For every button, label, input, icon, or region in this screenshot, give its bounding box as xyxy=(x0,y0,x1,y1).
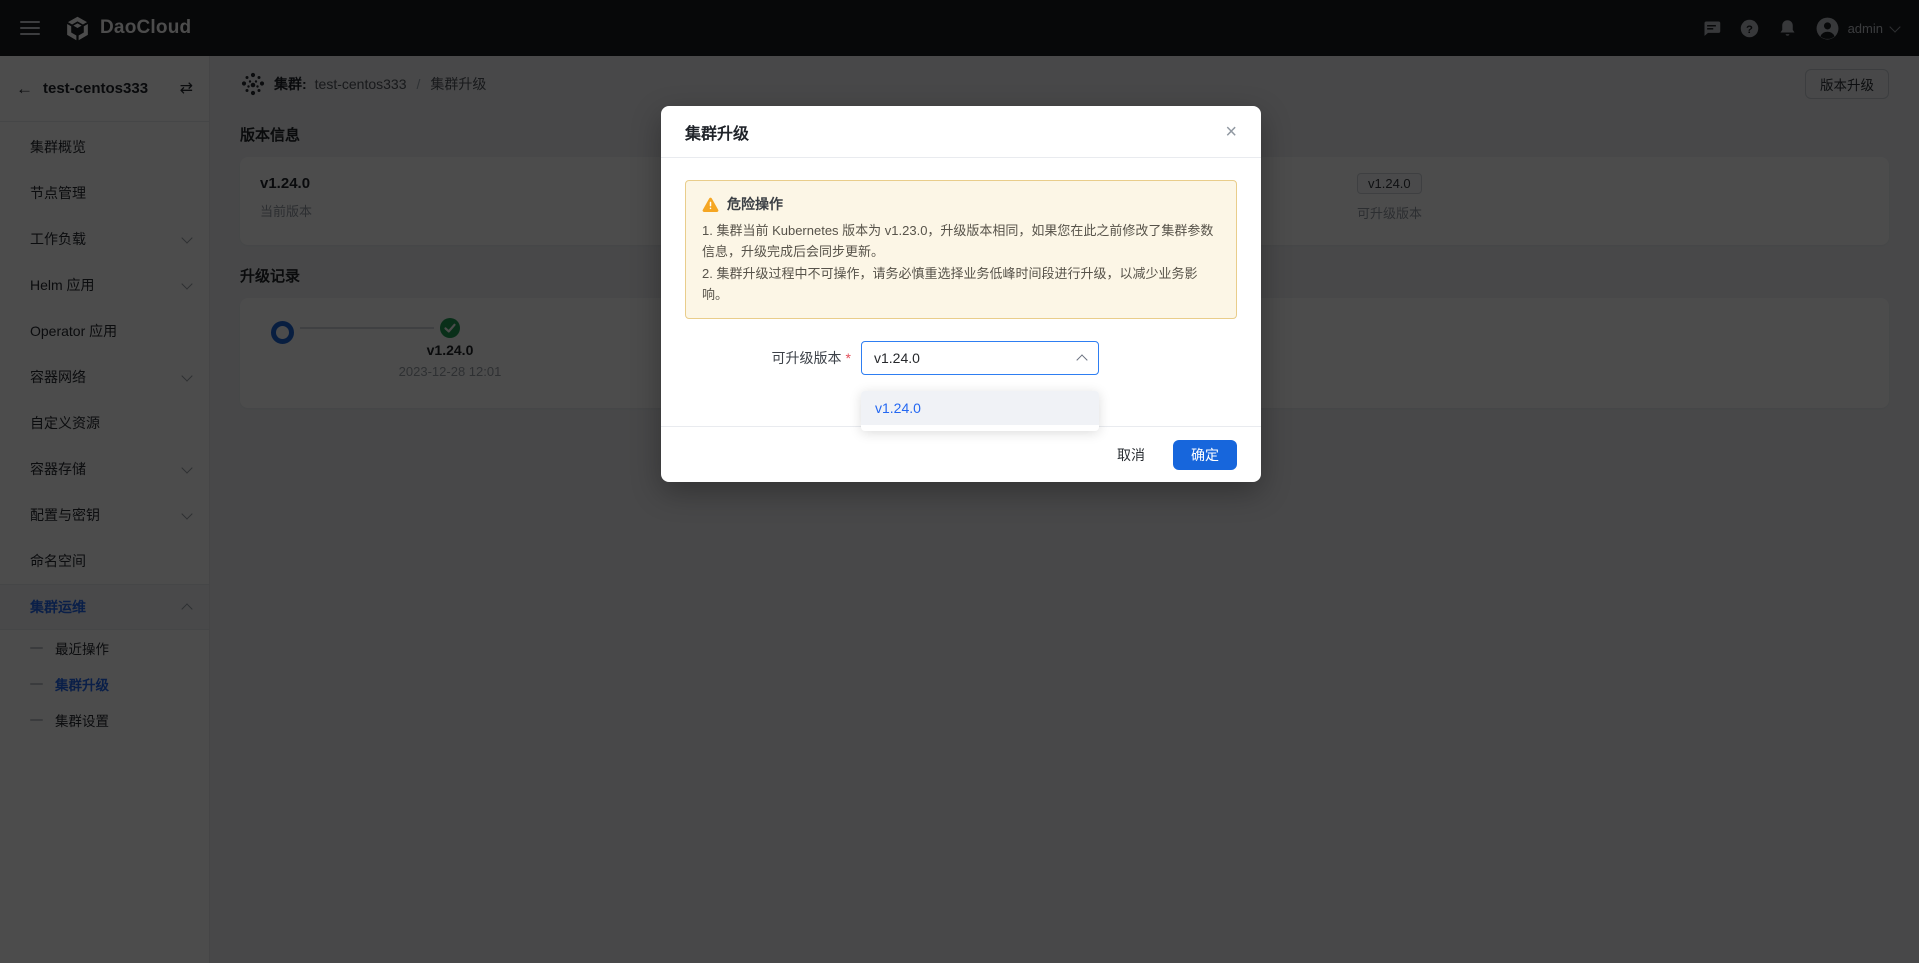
select-value: v1.24.0 xyxy=(874,350,920,366)
version-dropdown: v1.24.0 xyxy=(861,391,1099,431)
cancel-button[interactable]: 取消 xyxy=(1115,441,1147,469)
upgrade-version-form-row: 可升级版本* v1.24.0 v1.24.0 xyxy=(685,341,1237,375)
modal-footer: 取消 确定 xyxy=(661,426,1261,482)
upgrade-version-label: 可升级版本* xyxy=(685,348,851,368)
required-asterisk: * xyxy=(846,350,851,366)
warning-line-2: 2. 集群升级过程中不可操作，请务必慎重选择业务低峰时间段进行升级，以减少业务影… xyxy=(702,263,1220,306)
close-icon[interactable] xyxy=(1225,122,1237,142)
confirm-button[interactable]: 确定 xyxy=(1173,440,1237,470)
upgrade-version-select[interactable]: v1.24.0 xyxy=(861,341,1099,375)
warning-title: 危险操作 xyxy=(727,194,783,214)
modal-title: 集群升级 xyxy=(685,120,749,144)
dropdown-option[interactable]: v1.24.0 xyxy=(861,391,1099,425)
warning-triangle-icon xyxy=(702,197,719,212)
chevron-up-icon xyxy=(1076,354,1087,365)
warning-line-1: 1. 集群当前 Kubernetes 版本为 v1.23.0，升级版本相同，如果… xyxy=(702,220,1220,263)
modal-header: 集群升级 xyxy=(661,106,1261,158)
modal-body: 危险操作 1. 集群当前 Kubernetes 版本为 v1.23.0，升级版本… xyxy=(661,158,1261,426)
danger-warning-box: 危险操作 1. 集群当前 Kubernetes 版本为 v1.23.0，升级版本… xyxy=(685,180,1237,319)
cluster-upgrade-modal: 集群升级 危险操作 1. 集群当前 Kubernetes 版本为 v1.23.0… xyxy=(661,106,1261,482)
